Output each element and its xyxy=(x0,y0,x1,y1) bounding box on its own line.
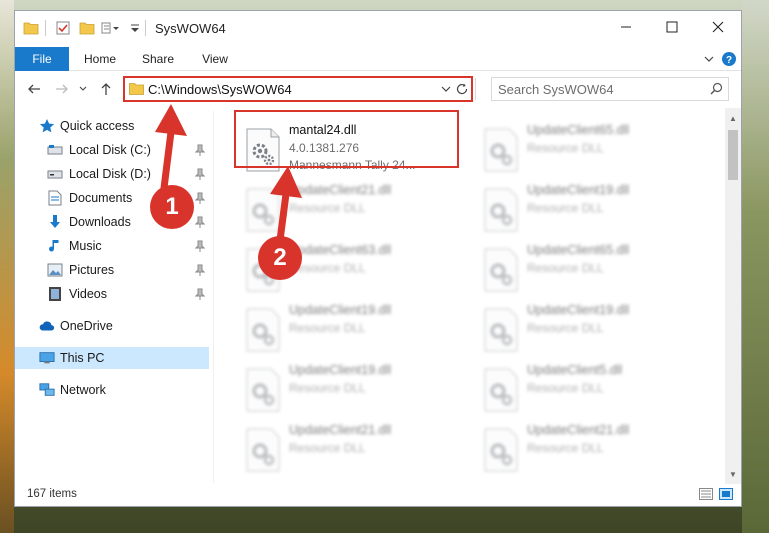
step-2-badge: 2 xyxy=(258,236,302,280)
annotation-arrows xyxy=(155,104,302,252)
arrow-to-address-bar xyxy=(155,104,187,192)
step-1-badge: 1 xyxy=(150,185,194,229)
